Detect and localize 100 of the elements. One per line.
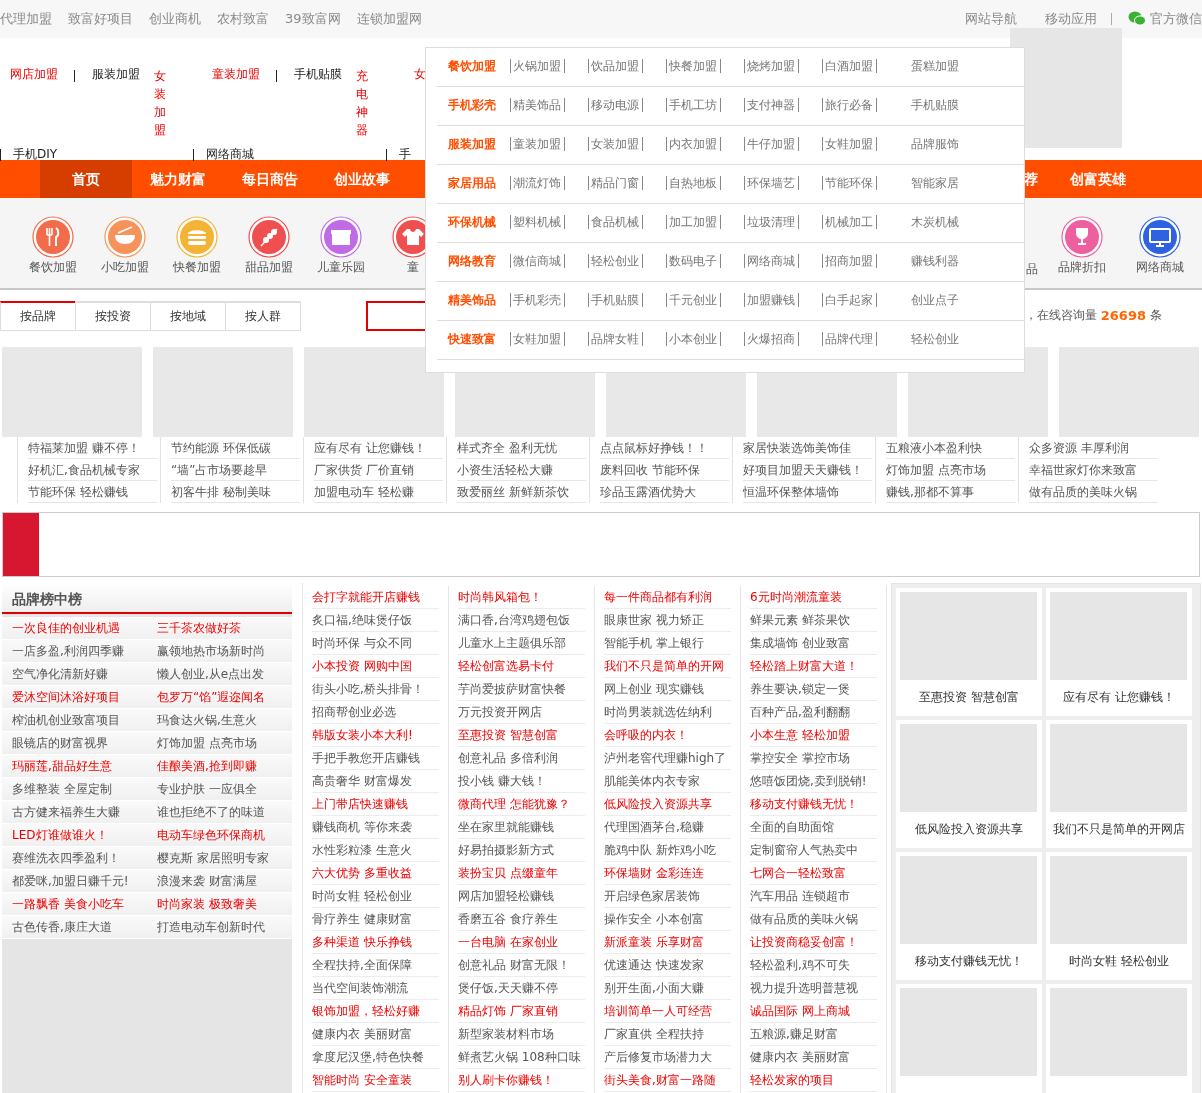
image-placeholder[interactable] xyxy=(2,347,142,437)
promo-link[interactable]: 好易拍摄影新方式 xyxy=(458,839,585,862)
ad-link[interactable]: 五粮液小本盈利快 xyxy=(886,437,1015,459)
showcase-caption[interactable]: 应有尽有 让您赚钱！ xyxy=(1050,690,1188,706)
filter-tab[interactable]: 按人群 xyxy=(225,301,301,331)
promo-link[interactable]: 新派童装 乐享财富 xyxy=(604,931,731,954)
menu-item[interactable]: 手机彩壳 xyxy=(510,293,565,308)
menu-item[interactable]: 潮流灯饰 xyxy=(510,176,565,191)
promo-link[interactable]: 微商代理 怎能犹豫？ xyxy=(458,793,585,816)
image-placeholder[interactable] xyxy=(1050,724,1187,812)
menu-item[interactable]: 旅行必备 xyxy=(822,98,877,113)
ad-link[interactable]: 点点鼠标好挣钱！！ xyxy=(600,437,729,459)
promo-link[interactable]: 健康内衣 美丽财富 xyxy=(312,1023,439,1046)
ranking-link[interactable]: 都爱咪,加盟日赚千元! xyxy=(2,870,147,892)
promo-link[interactable]: 轻松盈利,鸡不可失 xyxy=(750,954,877,977)
ranking-link[interactable]: 赛维洗衣四季盈利！ xyxy=(2,847,147,869)
promo-link[interactable]: 当代空间装饰潮流 xyxy=(312,977,439,1000)
filter-tab[interactable]: 按投资 xyxy=(75,301,151,331)
promo-link[interactable]: 万元投资开网店 xyxy=(458,701,585,724)
promo-link[interactable]: 会打字就能开店赚钱 xyxy=(312,586,439,609)
menu-item[interactable]: 赚钱利器 xyxy=(900,254,962,269)
filter-tab[interactable]: 按品牌 xyxy=(0,301,76,331)
ad-link[interactable]: 废料回收 节能环保 xyxy=(600,459,729,481)
image-placeholder[interactable] xyxy=(304,347,444,437)
ranking-link[interactable]: 打造电动车创新时代 xyxy=(147,916,292,938)
promo-link[interactable]: 一台电脑 在家创业 xyxy=(458,931,585,954)
menu-item[interactable]: 白手起家 xyxy=(822,293,877,308)
menu-item[interactable]: 小本创业 xyxy=(666,332,721,347)
ranking-link[interactable]: 浪漫来袭 财富满屋 xyxy=(147,870,292,892)
promo-link[interactable]: 高贵奢华 财富爆发 xyxy=(312,770,439,793)
category-link[interactable]: 网络商城 xyxy=(206,147,254,163)
ranking-link[interactable]: 包罗万“馅”遐迩闻名 xyxy=(147,686,292,708)
promo-link[interactable]: 做有品质的美味火锅 xyxy=(750,908,877,931)
menu-item[interactable]: 饮品加盟 xyxy=(588,59,643,74)
menu-item[interactable]: 品牌服饰 xyxy=(900,137,962,152)
image-placeholder[interactable] xyxy=(900,724,1037,812)
promo-link[interactable]: 水性彩粒漆 生意火 xyxy=(312,839,439,862)
menu-item[interactable]: 烧烤加盟 xyxy=(744,59,799,74)
ad-link[interactable]: 厂家供货 厂价直销 xyxy=(314,459,443,481)
menu-item[interactable]: 火锅加盟 xyxy=(510,59,565,74)
promo-link[interactable]: 小本生意 轻松加盟 xyxy=(750,724,877,747)
image-placeholder[interactable] xyxy=(153,347,293,437)
promo-link[interactable]: 集成墙饰 创业致富 xyxy=(750,632,877,655)
ad-link[interactable]: 应有尽有 让您赚钱！ xyxy=(314,437,443,459)
promo-link[interactable]: 创意礼品 多倍利润 xyxy=(458,747,585,770)
showcase-caption[interactable]: 移动支付赚钱无忧！ xyxy=(900,954,1038,970)
promo-link[interactable]: 至惠投资 智慧创富 xyxy=(458,724,585,747)
menu-item[interactable]: 手机贴膜 xyxy=(588,293,643,308)
ranking-link[interactable]: 一次良佳的创业机遇 xyxy=(2,617,147,639)
menu-item[interactable]: 女装加盟 xyxy=(588,137,643,152)
menu-item[interactable]: 自热地板 xyxy=(666,176,721,191)
ad-link[interactable]: 恒温环保整体墙饰 xyxy=(743,481,872,503)
promo-link[interactable]: 韩版女装小本大利! xyxy=(312,724,439,747)
promo-link[interactable]: 鲜煮艺火锅 108种口味 xyxy=(458,1046,585,1069)
promo-link[interactable]: 优速通达 快速发家 xyxy=(604,954,731,977)
ranking-link[interactable]: 懒人创业,从e点出发 xyxy=(147,663,292,685)
promo-link[interactable]: 开启绿色家居装饰 xyxy=(604,885,731,908)
promo-link[interactable]: 芋尚爱披萨财富快餐 xyxy=(458,678,585,701)
ad-link[interactable]: 加盟电动车 轻松赚 xyxy=(314,481,443,503)
ranking-link[interactable]: 灯饰加盟 点亮市场 xyxy=(147,732,292,754)
promo-link[interactable]: 街头小吃,桥头排骨！ xyxy=(312,678,439,701)
menu-item[interactable]: 千元创业 xyxy=(666,293,721,308)
promo-link[interactable]: 产后修复市场潜力大 xyxy=(604,1046,731,1069)
promo-link[interactable]: 精品灯饰 厂家直销 xyxy=(458,1000,585,1023)
menu-item[interactable]: 蛋糕加盟 xyxy=(900,59,962,74)
ad-link[interactable]: 珍品玉露酒优势大 xyxy=(600,481,729,503)
ranking-link[interactable]: LED灯谁做谁火！ xyxy=(2,824,147,846)
promo-link[interactable]: 时尚韩风箱包！ xyxy=(458,586,585,609)
ad-link[interactable]: 好机汇,食品机械专家 xyxy=(28,459,157,481)
ad-link[interactable]: 做有品质的美味火锅 xyxy=(1029,481,1158,503)
promo-link[interactable]: 轻松创富选易卡付 xyxy=(458,655,585,678)
category-icon-item[interactable]: 快餐加盟 xyxy=(161,216,233,276)
showcase-caption[interactable]: 我们不只是简单的开网店 xyxy=(1050,822,1188,838)
promo-link[interactable]: 会呼吸的内衣！ xyxy=(604,724,731,747)
category-icon-item[interactable]: 餐饮加盟 xyxy=(17,216,89,276)
category-link[interactable]: 网店加盟 xyxy=(10,67,58,83)
ranking-link[interactable]: 眼镜店的财富视界 xyxy=(2,732,147,754)
promo-link[interactable]: 满口香,台湾鸡翅包饭 xyxy=(458,609,585,632)
ad-link[interactable]: 灯饰加盟 点亮市场 xyxy=(886,459,1015,481)
promo-link[interactable]: 新型家装材料市场 xyxy=(458,1023,585,1046)
menu-item[interactable]: 精美饰品 xyxy=(510,98,565,113)
menu-item[interactable]: 品牌女鞋 xyxy=(588,332,643,347)
promo-link[interactable]: 百种产品,盈利翻翻 xyxy=(750,701,877,724)
menu-item[interactable]: 创业点子 xyxy=(900,293,962,308)
ranking-link[interactable]: 玛丽莲,甜品好生意 xyxy=(2,755,147,777)
promo-link[interactable]: 轻松发家的项目 xyxy=(750,1069,877,1092)
image-placeholder[interactable] xyxy=(1050,988,1187,1076)
promo-link[interactable]: 我们不只是简单的开网 xyxy=(604,655,731,678)
showcase-caption[interactable]: 至惠投资 智慧创富 xyxy=(900,690,1038,706)
ranking-link[interactable]: 三千茶农做好茶 xyxy=(147,617,292,639)
promo-link[interactable]: 六大优势 多重收益 xyxy=(312,862,439,885)
promo-link[interactable]: 养生要诀,锁定一煲 xyxy=(750,678,877,701)
promo-link[interactable]: 掌控安全 掌控市场 xyxy=(750,747,877,770)
promo-link[interactable]: 手把手教您开店赚钱 xyxy=(312,747,439,770)
promo-link[interactable]: 移动支付赚钱无忧！ xyxy=(750,793,877,816)
promo-link[interactable]: 煲仔饭,天天赚不停 xyxy=(458,977,585,1000)
category-icon-item[interactable]: 网络商城 xyxy=(1121,216,1199,278)
ad-link[interactable]: 幸福世家灯你来致富 xyxy=(1029,459,1158,481)
promo-link[interactable]: 低风险投入资源共享 xyxy=(604,793,731,816)
ranking-link[interactable]: 玛食达火锅,生意火 xyxy=(147,709,292,731)
